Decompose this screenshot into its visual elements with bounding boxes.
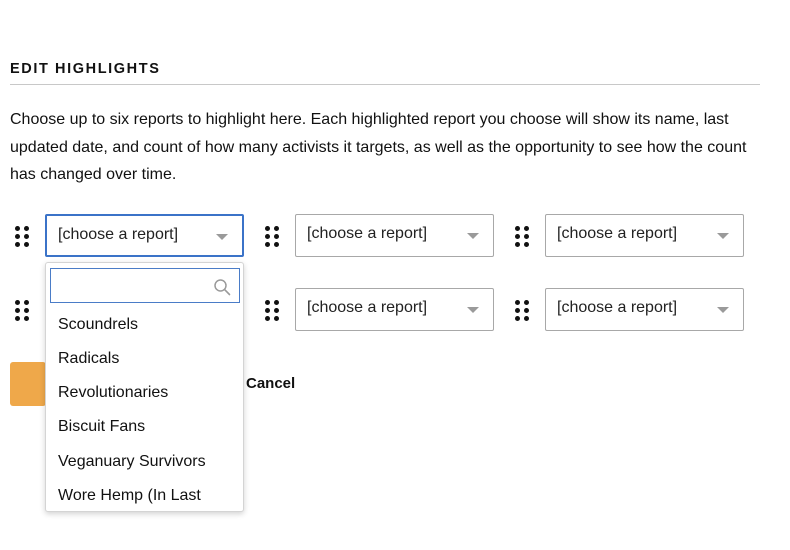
dropdown-option[interactable]: Wore Hemp (In Last bbox=[58, 487, 201, 505]
search-icon bbox=[214, 279, 231, 296]
dropdown-search-input[interactable] bbox=[57, 275, 211, 297]
caret-down-icon bbox=[216, 234, 228, 240]
section-divider bbox=[10, 84, 760, 85]
dropdown-option[interactable]: Revolutionaries bbox=[58, 384, 168, 402]
dropdown-option[interactable]: Veganuary Survivors bbox=[58, 453, 206, 471]
caret-down-icon bbox=[717, 233, 729, 239]
report-select-value: [choose a report] bbox=[557, 299, 678, 316]
caret-down-icon bbox=[467, 233, 479, 239]
dropdown-search-field[interactable] bbox=[50, 268, 240, 303]
report-select-6[interactable]: [choose a report] bbox=[545, 288, 744, 331]
report-dropdown: Scoundrels Radicals Revolutionaries Bisc… bbox=[45, 262, 244, 512]
dropdown-option[interactable]: Scoundrels bbox=[58, 316, 138, 334]
drag-handle-icon[interactable] bbox=[515, 226, 529, 248]
report-select-value: [choose a report] bbox=[307, 299, 428, 316]
drag-handle-icon[interactable] bbox=[265, 300, 279, 322]
drag-handle-icon[interactable] bbox=[515, 300, 529, 322]
report-select-value: [choose a report] bbox=[307, 225, 428, 242]
report-select-1[interactable]: [choose a report] bbox=[45, 214, 244, 257]
drag-handle-icon[interactable] bbox=[15, 226, 29, 248]
report-select-value: [choose a report] bbox=[557, 225, 678, 242]
dropdown-option[interactable]: Radicals bbox=[58, 350, 119, 368]
caret-down-icon bbox=[717, 307, 729, 313]
section-description: Choose up to six reports to highlight he… bbox=[10, 111, 747, 183]
report-select-2[interactable]: [choose a report] bbox=[295, 214, 494, 257]
section-title: EDIT HIGHLIGHTS bbox=[10, 61, 161, 77]
drag-handle-icon[interactable] bbox=[265, 226, 279, 248]
caret-down-icon bbox=[467, 307, 479, 313]
dropdown-option[interactable]: Biscuit Fans bbox=[58, 418, 145, 436]
drag-handle-icon[interactable] bbox=[15, 300, 29, 322]
report-select-3[interactable]: [choose a report] bbox=[545, 214, 744, 257]
report-select-value: [choose a report] bbox=[58, 226, 179, 243]
report-select-5[interactable]: [choose a report] bbox=[295, 288, 494, 331]
save-button[interactable] bbox=[10, 362, 46, 406]
cancel-link[interactable]: Cancel bbox=[246, 375, 295, 392]
